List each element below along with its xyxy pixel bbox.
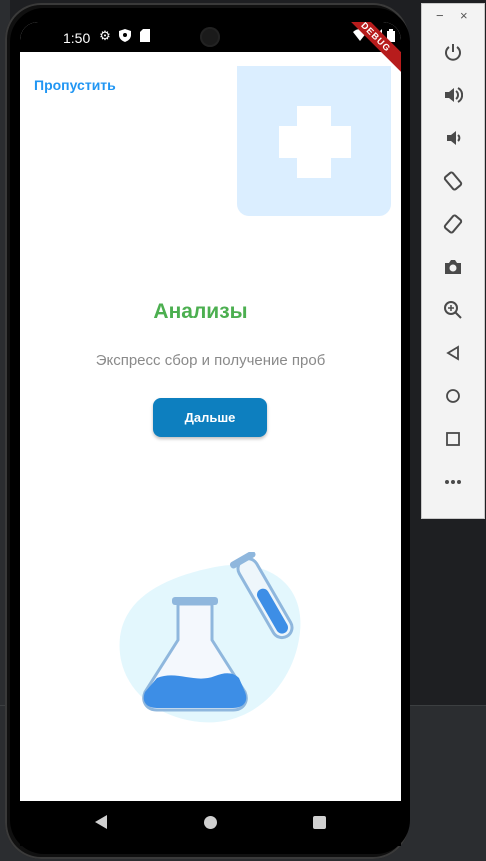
camera-icon[interactable] — [436, 250, 470, 284]
nav-home-icon[interactable] — [204, 816, 217, 829]
nav-back-icon[interactable] — [95, 815, 107, 829]
shield-icon — [118, 29, 132, 43]
overview-icon[interactable] — [436, 422, 470, 456]
emulator-toolbar: − × — [421, 3, 485, 519]
sd-card-icon — [138, 29, 152, 43]
settings-icon: ⚙ — [99, 28, 111, 43]
zoom-icon[interactable] — [436, 293, 470, 327]
back-icon[interactable] — [436, 336, 470, 370]
onboarding-title: Анализы — [153, 300, 248, 323]
emulator-titlebar: − × — [422, 4, 484, 30]
more-icon[interactable] — [436, 465, 470, 499]
lab-flask-illustration — [119, 552, 301, 723]
nav-bar — [20, 801, 401, 846]
skip-button[interactable]: Пропустить — [34, 77, 116, 93]
volume-down-icon[interactable] — [436, 121, 470, 155]
close-button[interactable]: × — [460, 8, 468, 23]
next-button[interactable]: Дальше — [153, 398, 267, 437]
status-bar: 1:50 ⚙ DEBUG — [20, 22, 401, 74]
rotate-left-icon[interactable] — [436, 164, 470, 198]
power-icon[interactable] — [436, 35, 470, 69]
rotate-right-icon[interactable] — [436, 207, 470, 241]
nav-recents-icon[interactable] — [313, 816, 326, 829]
app-screen: 1:50 ⚙ DEBUG Пропустить Анализы Экспресс… — [20, 22, 401, 801]
home-icon[interactable] — [436, 379, 470, 413]
front-camera — [200, 27, 220, 47]
plus-card — [237, 66, 391, 216]
status-time: 1:50 — [63, 30, 91, 46]
minimize-button[interactable]: − — [436, 8, 444, 23]
volume-up-icon[interactable] — [436, 78, 470, 112]
onboarding-subtitle: Экспресс сбор и получение проб — [95, 352, 326, 369]
plus-icon-bar — [279, 126, 351, 158]
